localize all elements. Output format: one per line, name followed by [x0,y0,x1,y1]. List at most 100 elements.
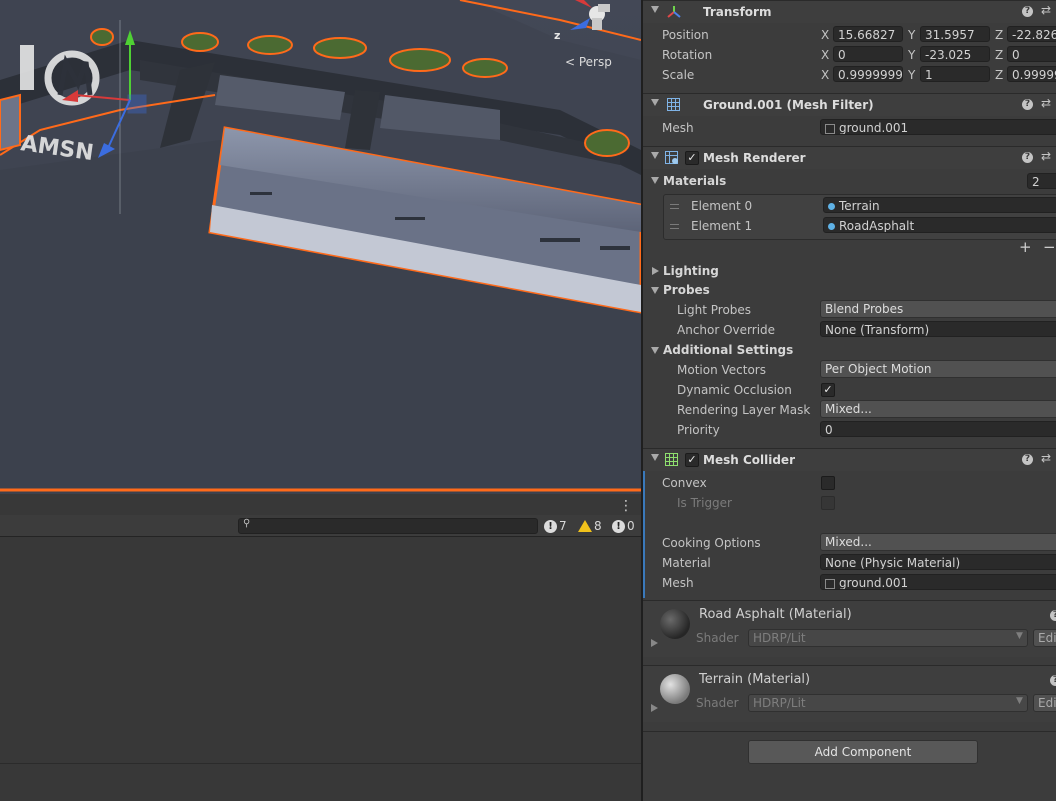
fold-arrow-icon[interactable] [651,177,659,184]
convex-row: Convex [643,473,1056,493]
mesh-collider-header[interactable]: ✓ Mesh Collider ? ⇄ [643,448,1056,471]
physic-material-field[interactable]: None (Physic Material) [820,554,1056,570]
settings-icon[interactable]: ⇄ [1041,149,1051,163]
mesh-renderer-enabled-checkbox[interactable]: ✓ [685,151,699,165]
motion-vectors-row: Motion Vectors Per Object Motion [643,360,1056,380]
fold-arrow-icon[interactable] [651,704,658,712]
additional-settings-foldout[interactable]: Additional Settings [643,340,1056,360]
transform-header[interactable]: Transform ? ⇄ [643,0,1056,23]
fold-arrow-icon[interactable] [651,152,659,159]
materials-count-field[interactable]: 2 [1027,173,1056,189]
materials-label: Materials [663,174,727,188]
scale-row: Scale X 0.9999999 Y 1 Z 0.999999 [643,65,1056,85]
fold-arrow-icon[interactable] [651,639,658,647]
axis-x-label[interactable]: X [821,28,829,42]
axis-z-label[interactable]: Z [995,68,1003,82]
warning-count: 8 [594,519,602,533]
remove-element-button[interactable]: − [1043,238,1056,256]
axis-y-label[interactable]: Y [908,68,915,82]
position-z-field[interactable]: -22.8265 [1007,26,1056,42]
axis-y-label[interactable]: Y [908,28,915,42]
mesh-renderer-icon [665,151,678,164]
add-element-button[interactable]: + [1019,238,1032,256]
mesh-collider-enabled-checkbox[interactable]: ✓ [685,453,699,467]
help-icon[interactable]: ? [1022,454,1033,465]
mesh-filter-header[interactable]: Ground.001 (Mesh Filter) ? ⇄ [643,93,1056,116]
help-icon[interactable]: ? [1022,99,1033,110]
help-icon[interactable]: ? [1022,6,1033,17]
rotation-z-field[interactable]: 0 [1007,46,1056,62]
shader-dropdown: HDRP/Lit [748,629,1028,647]
kebab-menu-icon[interactable]: ⋮ [619,499,633,513]
help-icon[interactable]: ? [1050,675,1056,686]
help-icon[interactable]: ? [1022,152,1033,163]
fold-arrow-icon[interactable] [651,454,659,461]
help-icon[interactable]: ? [1050,610,1056,621]
mesh-icon [825,578,835,589]
light-probes-row: Light Probes Blend Probes [643,300,1056,320]
list-item[interactable]: Element 0 Terrain [643,196,1056,216]
rotation-y-field[interactable]: -23.025 [920,46,990,62]
rendering-layer-mask-dropdown[interactable]: Mixed... [820,400,1056,418]
axis-z-label[interactable]: Z [995,28,1003,42]
list-item[interactable]: Element 1 RoadAsphalt [643,216,1056,236]
mesh-field[interactable]: ground.001 [820,119,1056,135]
settings-icon[interactable]: ⇄ [1041,3,1051,17]
anchor-override-field[interactable]: None (Transform) [820,321,1056,337]
mesh-renderer-header[interactable]: ✓ Mesh Renderer ? ⇄ [643,146,1056,169]
probes-foldout[interactable]: Probes [643,280,1056,300]
fold-arrow-icon[interactable] [651,6,659,13]
scene-view[interactable]: AMSN z < Persp [0,0,641,494]
position-x-field[interactable]: 15.66827 [833,26,903,42]
dynamic-occlusion-row: Dynamic Occlusion ✓ [643,380,1056,400]
material-sphere-icon [660,609,690,639]
axis-x-label[interactable]: X [821,48,829,62]
rotation-x-field[interactable]: 0 [833,46,903,62]
shader-label: Shader [696,631,739,645]
element-0-material-field[interactable]: Terrain [823,197,1056,213]
projection-toggle[interactable]: < Persp [565,55,612,69]
error-count-toggle[interactable]: ! 0 [612,518,635,534]
scale-x-field[interactable]: 0.9999999 [833,66,903,82]
is-trigger-checkbox [821,496,835,510]
fold-arrow-icon[interactable] [651,287,659,294]
material-preview-road-asphalt[interactable]: Road Asphalt (Material) ? Shader HDRP/Li… [643,600,1056,657]
material-preview-terrain[interactable]: Terrain (Material) ? Shader HDRP/Lit ▼ E… [643,665,1056,722]
element-1-material-field[interactable]: RoadAsphalt [823,217,1056,233]
materials-row[interactable]: Materials 2 [643,171,1056,191]
settings-icon[interactable]: ⇄ [1041,451,1051,465]
lighting-foldout[interactable]: Lighting [643,261,1056,281]
axis-z-label[interactable]: Z [995,48,1003,62]
search-input[interactable]: ⚲ [238,518,538,534]
info-icon: ! [544,519,557,533]
mesh-filter-mesh-row: Mesh ground.001 [643,118,1056,138]
priority-label: Priority [677,423,720,437]
edit-shader-button[interactable]: Edi [1033,629,1056,647]
add-component-button[interactable]: Add Component [748,740,978,764]
scale-z-field[interactable]: 0.999999 [1007,66,1056,82]
lighting-label: Lighting [663,264,719,278]
edit-shader-button[interactable]: Edi [1033,694,1056,712]
light-probes-dropdown[interactable]: Blend Probes [820,300,1056,318]
fold-arrow-icon[interactable] [651,347,659,354]
motion-vectors-dropdown[interactable]: Per Object Motion [820,360,1056,378]
cooking-options-dropdown[interactable]: Mixed... [820,533,1056,551]
axis-y-label[interactable]: Y [908,48,915,62]
position-y-field[interactable]: 31.5957 [920,26,990,42]
scale-y-field[interactable]: 1 [920,66,990,82]
warning-count-toggle[interactable]: 8 [578,518,602,534]
drag-handle-icon[interactable] [670,204,679,209]
fold-arrow-icon[interactable] [651,99,659,106]
element-value: Terrain [839,199,880,213]
priority-field[interactable]: 0 [820,421,1056,437]
convex-checkbox[interactable] [821,476,835,490]
axis-x-label[interactable]: X [821,68,829,82]
info-count-toggle[interactable]: ! 7 [544,518,567,534]
collider-mesh-field[interactable]: ground.001 [820,574,1056,590]
drag-handle-icon[interactable] [670,224,679,229]
dynamic-occlusion-checkbox[interactable]: ✓ [821,383,835,397]
light-probes-label: Light Probes [677,303,752,317]
error-icon: ! [612,519,625,533]
fold-arrow-icon[interactable] [652,267,659,275]
settings-icon[interactable]: ⇄ [1041,96,1051,110]
